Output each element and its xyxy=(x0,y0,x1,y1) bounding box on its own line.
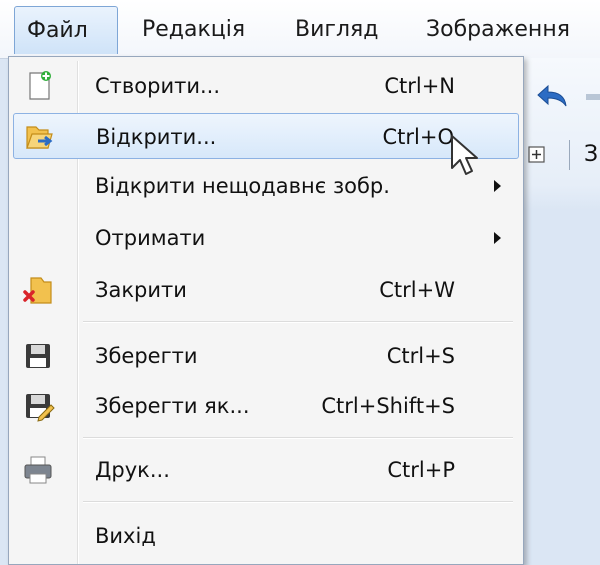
menu-item-label: Створити... xyxy=(95,74,221,98)
menu-item-label: Зберегти xyxy=(95,344,198,368)
menubar-item-file[interactable]: Файл xyxy=(14,6,118,54)
menu-item-close[interactable]: Закрити Ctrl+W xyxy=(13,267,519,313)
file-menu: Створити... Ctrl+N Відкрити... Ctrl+O Ві… xyxy=(8,56,524,565)
close-folder-icon xyxy=(23,277,52,304)
toolbar-background xyxy=(515,58,600,565)
menu-item-label: Зберегти як... xyxy=(95,394,250,418)
menu-item-shortcut: Ctrl+S xyxy=(386,344,455,368)
menu-item-open-recent[interactable]: Відкрити нещодавнє зобр. xyxy=(13,163,519,209)
menu-item-label: Друк... xyxy=(95,458,170,482)
menu-item-shortcut: Ctrl+O xyxy=(382,125,455,149)
toolbar-divider xyxy=(569,140,570,170)
menu-item-label: Закрити xyxy=(95,278,187,302)
menu-item-save[interactable]: Зберегти Ctrl+S xyxy=(13,333,519,379)
new-document-icon xyxy=(29,71,51,100)
save-as-icon xyxy=(26,394,55,422)
menu-item-print[interactable]: Друк... Ctrl+P xyxy=(13,447,519,493)
save-icon xyxy=(26,344,50,368)
open-folder-icon xyxy=(26,126,53,149)
menu-item-acquire[interactable]: Отримати xyxy=(13,215,519,261)
menu-separator xyxy=(83,437,513,439)
zoom-in-icon[interactable] xyxy=(527,145,547,165)
submenu-arrow-icon xyxy=(494,180,501,192)
menubar: Файл Редакція Вигляд Зображення xyxy=(0,0,600,59)
mouse-cursor-icon xyxy=(451,135,478,175)
menu-separator xyxy=(83,501,513,503)
redo-icon[interactable] xyxy=(582,82,600,112)
menu-item-label: Вихід xyxy=(95,524,156,548)
menu-item-shortcut: Ctrl+P xyxy=(387,458,455,482)
menubar-item-edit[interactable]: Редакція xyxy=(130,6,257,54)
menu-item-label: Отримати xyxy=(95,226,206,250)
menu-item-label: Відкрити нещодавнє зобр. xyxy=(95,174,390,198)
undo-icon[interactable] xyxy=(534,80,574,112)
menu-item-shortcut: Ctrl+W xyxy=(379,278,455,302)
menu-item-label: Відкрити... xyxy=(96,125,217,149)
menu-item-open[interactable]: Відкрити... Ctrl+O xyxy=(13,113,519,159)
menu-item-shortcut: Ctrl+Shift+S xyxy=(321,394,455,418)
submenu-arrow-icon xyxy=(494,232,501,244)
menubar-item-image[interactable]: Зображення xyxy=(414,6,582,54)
printer-icon xyxy=(24,456,52,484)
menu-item-new[interactable]: Створити... Ctrl+N xyxy=(13,63,519,109)
menubar-item-view[interactable]: Вигляд xyxy=(283,6,390,54)
menu-item-save-as[interactable]: Зберегти як... Ctrl+Shift+S xyxy=(13,383,519,429)
menu-item-shortcut: Ctrl+N xyxy=(384,74,455,98)
toolbar-partial-label: З xyxy=(584,142,599,167)
menu-item-exit[interactable]: Вихід xyxy=(13,513,519,559)
menu-separator xyxy=(83,321,513,323)
